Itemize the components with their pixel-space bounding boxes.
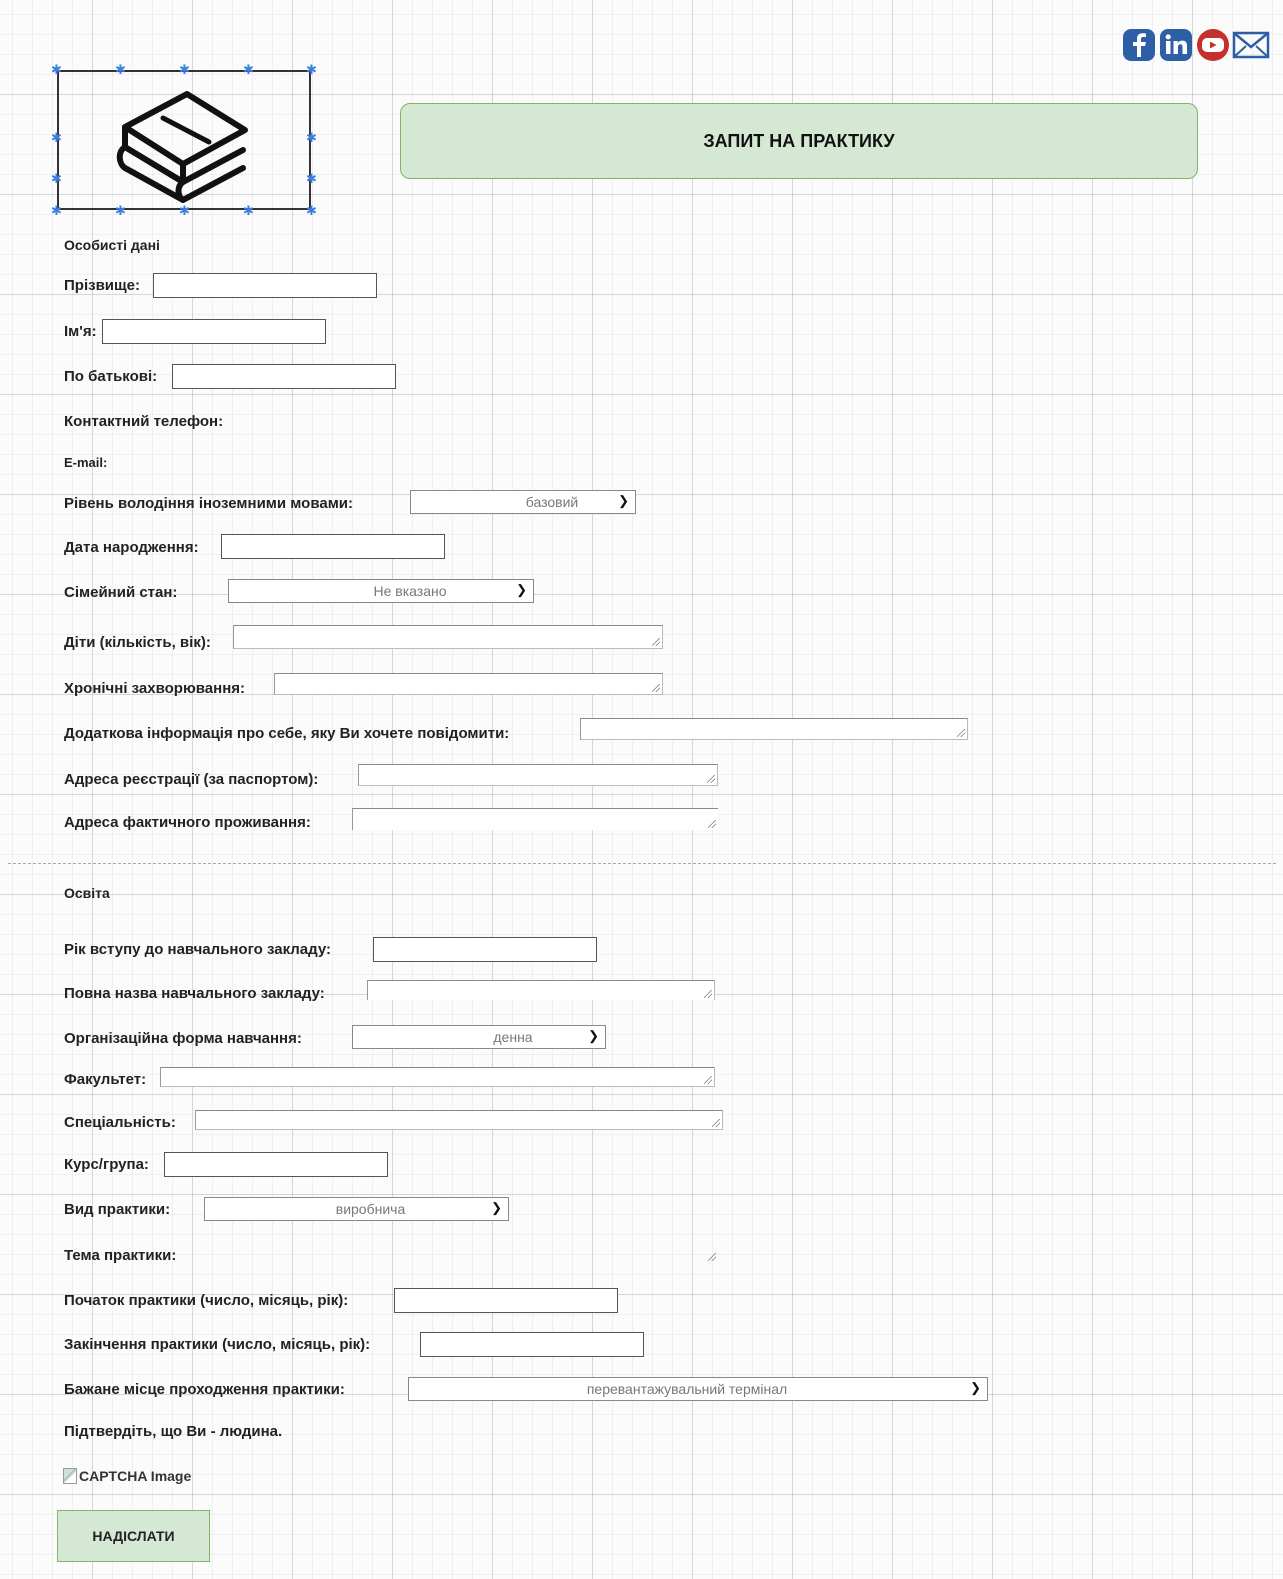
extra-info-textarea[interactable] — [580, 718, 968, 740]
practice-type-select[interactable]: виробнича ❯ — [204, 1197, 509, 1221]
chevron-down-icon: ❯ — [491, 1200, 502, 1215]
start-label: Початок практики (число, місяць, рік): — [64, 1292, 349, 1309]
specialty-label: Спеціальність: — [64, 1114, 176, 1131]
diseases-label: Хронічні захворювання: — [64, 680, 245, 697]
faculty-label: Факультет: — [64, 1071, 147, 1088]
submit-button[interactable]: НАДІСЛАТИ — [57, 1510, 210, 1562]
chevron-down-icon: ❯ — [588, 1028, 599, 1043]
children-textarea[interactable] — [233, 625, 663, 649]
practice-type-label: Вид практики: — [64, 1201, 171, 1218]
actual-address-label: Адреса фактичного проживання: — [64, 814, 311, 831]
patronymic-label: По батькові: — [64, 368, 158, 385]
place-select-value: перевантажувальний термінал — [586, 1381, 788, 1397]
study-form-label: Організаційна форма навчання: — [64, 1030, 302, 1047]
entry-year-input[interactable] — [373, 937, 597, 962]
languages-label: Рівень володіння іноземними мовами: — [64, 495, 354, 512]
reg-address-textarea[interactable] — [358, 764, 718, 786]
marital-select[interactable]: Не вказано ❯ — [228, 579, 534, 603]
surname-label: Прізвище: — [64, 277, 141, 294]
start-input[interactable] — [394, 1288, 618, 1313]
chevron-down-icon: ❯ — [618, 493, 629, 508]
name-label: Ім'я: — [64, 323, 97, 340]
phone-label: Контактний телефон: — [64, 413, 224, 430]
reg-address-label: Адреса реєстрації (за паспортом): — [64, 771, 319, 788]
languages-select[interactable]: базовий ❯ — [410, 490, 636, 514]
social-bar — [1122, 28, 1270, 64]
extra-info-label: Додаткова інформація про себе, яку Ви хо… — [64, 725, 510, 742]
birthdate-label: Дата народження: — [64, 539, 199, 556]
broken-image-icon — [63, 1468, 77, 1484]
institution-textarea[interactable] — [367, 980, 715, 1000]
study-form-select[interactable]: денна ❯ — [352, 1025, 606, 1049]
practice-topic-label: Тема практики: — [64, 1247, 177, 1264]
chevron-down-icon: ❯ — [970, 1380, 981, 1395]
submit-button-label: НАДІСЛАТИ — [92, 1528, 175, 1544]
place-label: Бажане місце проходження практики: — [64, 1381, 345, 1398]
selection-handles: ✱ ✱ ✱ ✱ ✱ ✱ ✱ ✱ ✱ ✱ ✱ ✱ ✱ ✱ — [51, 62, 317, 218]
entry-year-label: Рік вступу до навчального закладу: — [64, 941, 331, 958]
patronymic-input[interactable] — [172, 364, 396, 389]
birthdate-input[interactable] — [221, 534, 445, 559]
linkedin-icon[interactable] — [1159, 28, 1193, 62]
actual-address-textarea[interactable] — [352, 808, 718, 830]
place-select[interactable]: перевантажувальний термінал ❯ — [408, 1377, 988, 1401]
section-title-education: Освіта — [64, 885, 110, 901]
section-title-personal: Особисті дані — [64, 237, 160, 253]
section-divider — [8, 863, 1276, 864]
youtube-icon[interactable] — [1196, 28, 1230, 62]
end-label: Закінчення практики (число, місяць, рік)… — [64, 1336, 371, 1353]
course-group-input[interactable] — [164, 1152, 388, 1177]
surname-input[interactable] — [153, 273, 377, 298]
captcha-prompt: Підтвердіть, що Ви - людина. — [64, 1423, 283, 1440]
end-input[interactable] — [420, 1332, 644, 1357]
marital-label: Сімейний стан: — [64, 584, 178, 601]
captcha-image: CAPTCHA Image — [63, 1466, 191, 1486]
diseases-textarea[interactable] — [274, 673, 663, 695]
captcha-alt-text: CAPTCHA Image — [79, 1468, 192, 1484]
title-banner: ЗАПИТ НА ПРАКТИКУ — [400, 103, 1198, 179]
children-label: Діти (кількість, вік): — [64, 634, 211, 651]
marital-select-value: Не вказано — [373, 583, 447, 599]
course-group-label: Курс/група: — [64, 1156, 149, 1173]
chevron-down-icon: ❯ — [516, 582, 527, 597]
name-input[interactable] — [102, 319, 326, 344]
email-icon[interactable] — [1232, 30, 1270, 60]
page-title: ЗАПИТ НА ПРАКТИКУ — [703, 130, 895, 151]
faculty-textarea[interactable] — [160, 1067, 715, 1087]
languages-select-value: базовий — [525, 494, 579, 510]
specialty-textarea[interactable] — [195, 1110, 723, 1130]
institution-label: Повна назва навчального закладу: — [64, 985, 325, 1002]
email-label: E-mail: — [64, 455, 108, 470]
practice-topic-textarea[interactable] — [194, 1241, 718, 1263]
study-form-select-value: денна — [493, 1029, 533, 1045]
facebook-icon[interactable] — [1122, 28, 1156, 62]
practice-type-select-value: виробнича — [335, 1201, 406, 1217]
